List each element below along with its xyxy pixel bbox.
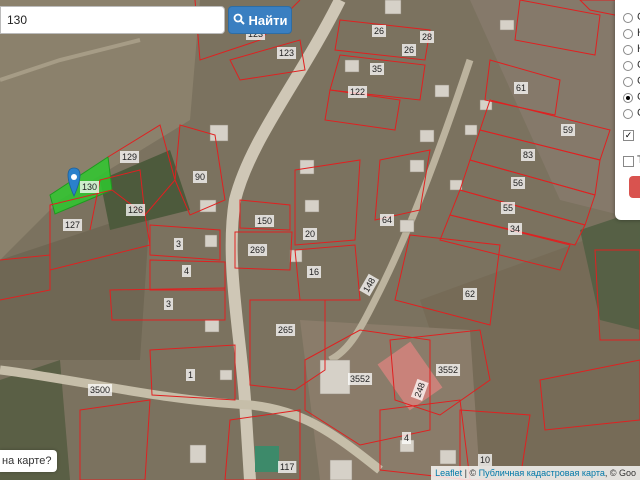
parcel-label: 28 <box>422 32 432 42</box>
parcel-label: 126 <box>128 205 143 215</box>
parcel-label: 1 <box>188 370 193 380</box>
parcel-label: 130 <box>82 182 97 192</box>
parcel-label: 269 <box>250 245 265 255</box>
parcel-label: 64 <box>382 215 392 225</box>
layers-control: С К К С С С С ✓ Т <box>615 0 640 220</box>
cadastral-map-link[interactable]: Публичная кадастровая карта <box>479 468 605 478</box>
layer-radio[interactable] <box>623 29 633 39</box>
leaflet-link[interactable]: Leaflet <box>435 468 462 478</box>
parcel-label: 4 <box>184 266 189 276</box>
search-input[interactable] <box>0 6 225 34</box>
attribution-separator: | © <box>462 468 479 478</box>
overlay-checkbox-checked[interactable]: ✓ <box>623 130 634 141</box>
parcel-label: 35 <box>372 64 382 74</box>
parcel-label: 3 <box>176 239 181 249</box>
parcel-label: 55 <box>503 203 513 213</box>
layer-radio[interactable] <box>623 61 633 71</box>
parcel-label: 3 <box>166 299 171 309</box>
layer-radio[interactable] <box>623 45 633 55</box>
search-button[interactable]: Найти <box>228 6 292 34</box>
search-icon <box>233 13 245 28</box>
layer-radio-selected[interactable] <box>623 93 633 103</box>
map-attribution: Leaflet | © Публичная кадастровая карта,… <box>431 466 640 480</box>
parcel-label: 3552 <box>438 365 458 375</box>
parcel-label: 83 <box>523 150 533 160</box>
parcel-label: 129 <box>122 152 137 162</box>
parcel-label: 61 <box>516 83 526 93</box>
parcel-label: 3500 <box>90 385 110 395</box>
parcel-label: 4 <box>404 433 409 443</box>
parcel-label: 122 <box>350 87 365 97</box>
parcel-label: 123 <box>279 48 294 58</box>
map-popup-hint[interactable]: на карте? <box>0 450 58 472</box>
parcel-label: 56 <box>513 178 523 188</box>
parcel-label: 34 <box>510 224 520 234</box>
parcel-label: 62 <box>465 289 475 299</box>
parcel-label: 117 <box>280 462 294 472</box>
attribution-extra: , © Goo <box>604 468 636 478</box>
parcel-label: 3552 <box>350 374 370 384</box>
parcel-label: 59 <box>563 125 573 135</box>
parcel-label: 90 <box>195 172 205 182</box>
parcel-label: 20 <box>305 229 315 239</box>
parcel-label: 265 <box>278 325 293 335</box>
layer-radio[interactable] <box>623 77 633 87</box>
building-green-roof <box>255 446 279 472</box>
red-action-button[interactable] <box>629 176 640 198</box>
overlay-checkbox[interactable] <box>623 156 634 167</box>
parcel-label: 16 <box>309 267 319 277</box>
layer-radio[interactable] <box>623 109 633 119</box>
parcel-label: 127 <box>65 220 80 230</box>
parcel-label: 26 <box>404 45 414 55</box>
search-button-label: Найти <box>248 12 288 28</box>
parcel-label: 10 <box>480 455 490 465</box>
map-canvas[interactable]: 130 129 126 127 90 150 269 3 4 3 265 1 3… <box>0 0 640 480</box>
layer-radio[interactable] <box>623 13 633 23</box>
parcel-label: 26 <box>374 26 384 36</box>
parcel-label: 150 <box>257 216 272 226</box>
